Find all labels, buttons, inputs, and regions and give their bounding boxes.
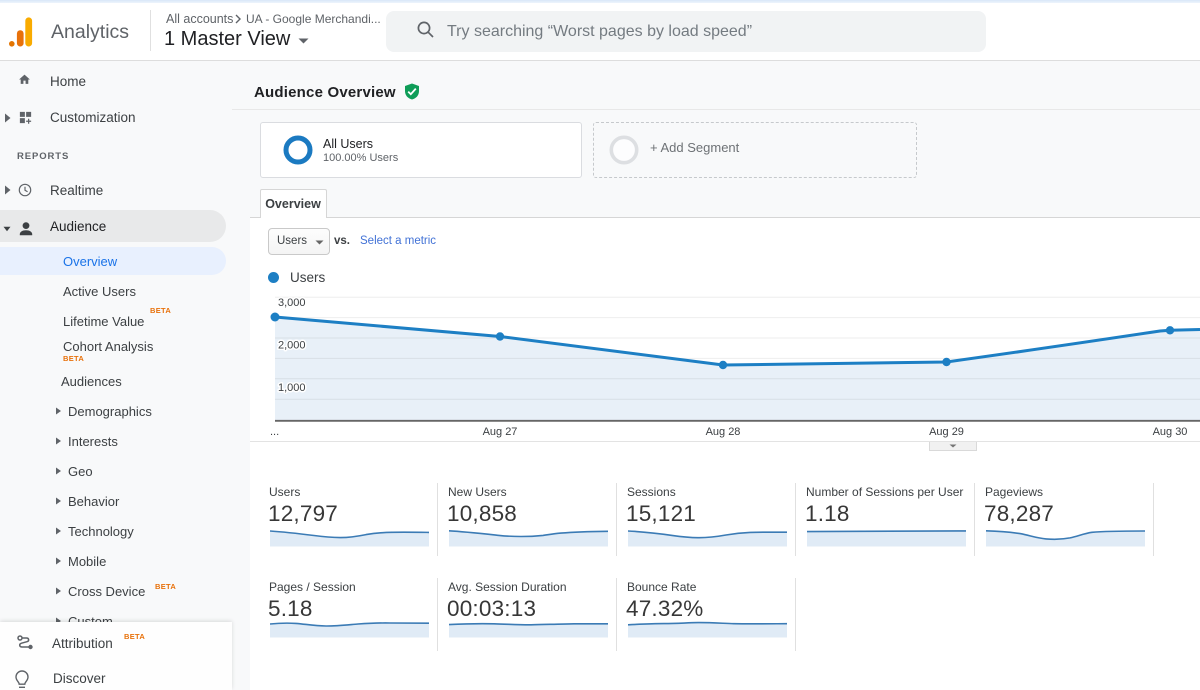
svg-text:Aug 28: Aug 28	[706, 426, 741, 438]
svg-text:Aug 27: Aug 27	[483, 426, 518, 438]
svg-text:Aug 30: Aug 30	[1153, 426, 1188, 438]
svg-text:Aug 29: Aug 29	[929, 426, 964, 438]
svg-text:2,000: 2,000	[278, 340, 306, 352]
svg-text:1,000: 1,000	[278, 382, 306, 394]
svg-text:3,000: 3,000	[278, 297, 306, 309]
svg-text:...: ...	[270, 426, 279, 438]
